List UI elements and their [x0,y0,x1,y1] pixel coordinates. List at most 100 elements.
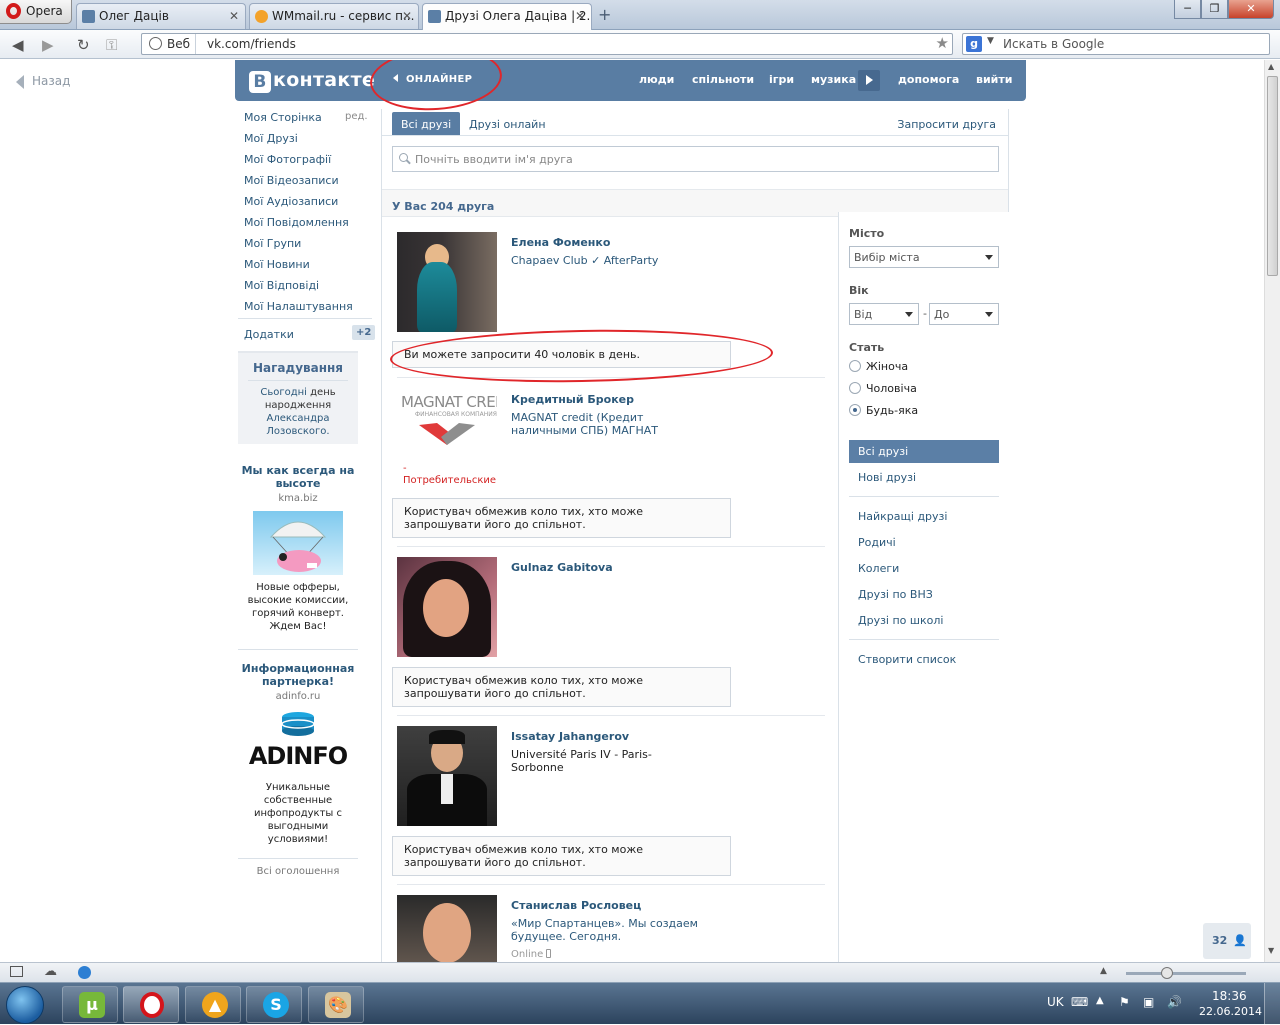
back-link[interactable]: Назад [16,74,70,89]
friend-avatar[interactable] [397,557,497,657]
language-indicator[interactable]: UK [1047,995,1064,1009]
zoom-slider-handle[interactable] [1161,967,1173,979]
nav-help[interactable]: допомога [898,73,959,86]
ad-block[interactable]: Мы как всегда на высоте kma.biz Новые оф… [238,464,358,633]
list-university-friends[interactable]: Друзі по ВНЗ [849,583,999,606]
close-tab-icon[interactable]: ✕ [229,9,239,23]
reminder-today-link[interactable]: Сьогодні [260,387,307,398]
friend-avatar[interactable] [397,232,497,332]
friend-avatar[interactable] [397,895,497,962]
im-counter-button[interactable]: 32 👤 [1203,923,1251,959]
zoom-out-icon[interactable]: ▲ [1100,966,1107,976]
friend-search-input[interactable]: Почніть вводити ім'я друга [392,146,999,172]
scrollbar-thumb[interactable] [1267,76,1278,276]
vk-logo[interactable]: Вконтакте [249,69,375,93]
speed-dial-icon[interactable] [78,966,91,979]
friend-name[interactable]: Кредитный Брокер [511,393,634,406]
maximize-icon[interactable]: ❐ [1201,0,1228,19]
city-select[interactable]: Вибір міста [849,246,999,268]
site-info-badge[interactable]: Веб [142,34,196,54]
taskbar-opera[interactable] [123,986,179,1023]
nav-games[interactable]: ігри [769,73,794,86]
friend-avatar[interactable]: MAGNAT CREDIT ФИНАНСОВАЯ КОМПАНИЯ - Потр… [397,389,497,489]
scroll-up-icon[interactable]: ▲ [1268,62,1274,71]
list-new-friends[interactable]: Нові друзі [849,466,999,489]
browser-tab-1[interactable]: Олег Даців ✕ [76,3,246,29]
taskbar-aimp[interactable]: ▲ [185,986,241,1023]
sidebar-item-messages[interactable]: Мої Повідомлення [244,216,349,229]
start-button[interactable] [6,986,44,1024]
opera-menu-button[interactable]: Opera [0,0,72,24]
network-icon[interactable]: ▣ [1143,995,1154,1009]
sidebar-item-audio[interactable]: Мої Аудіозаписи [244,195,338,208]
ad-title[interactable]: Мы как всегда на высоте [238,464,358,490]
close-window-icon[interactable]: ✕ [1228,0,1274,19]
sidebar-item-news[interactable]: Мої Новини [244,258,310,271]
age-from-select[interactable]: Від [849,303,919,325]
age-to-select[interactable]: До [929,303,999,325]
forward-arrow-icon[interactable]: ▶ [42,36,54,54]
volume-icon[interactable]: 🔊 [1167,995,1182,1009]
friend-name[interactable]: Issatay Jahangerov [511,730,629,743]
close-tab-icon[interactable]: ✕ [402,9,412,23]
show-desktop-button[interactable] [1264,983,1280,1025]
sidebar-item-my-page[interactable]: Моя Сторінка [244,111,322,124]
sidebar-item-friends[interactable]: Мої Друзі [244,132,298,145]
browser-tab-3[interactable]: Друзі Олега Даціва | 2... ✕ [422,3,592,31]
sex-any-radio[interactable]: Будь-яка [849,404,918,417]
sidebar-item-replies[interactable]: Мої Відповіді [244,279,319,292]
ad-image[interactable]: ADINFO [248,709,348,773]
reminder-name-link[interactable]: Александра Лозовского. [266,413,329,437]
list-all-friends[interactable]: Всі друзі [849,440,999,463]
key-icon[interactable]: ⚿ [106,36,117,54]
sidebar-item-groups[interactable]: Мої Групи [244,237,301,250]
chevron-down-icon[interactable]: ▼ [987,36,994,46]
friend-info[interactable]: MAGNAT credit (Кредит наличными СПБ) МАГ… [511,411,701,437]
taskbar-paint[interactable]: 🎨 [308,986,364,1023]
taskbar-skype[interactable]: S [246,986,302,1023]
invite-friend-link[interactable]: Запросити друга [897,118,996,131]
list-relatives[interactable]: Родичі [849,531,999,554]
scroll-down-icon[interactable]: ▼ [1268,946,1274,955]
close-tab-icon[interactable]: ✕ [575,9,585,23]
sidebar-edit-link[interactable]: ред. [345,111,368,122]
tray-expand-icon[interactable]: ▲ [1096,995,1104,1006]
minimize-icon[interactable]: ─ [1174,0,1201,19]
sidebar-item-settings[interactable]: Мої Налаштування [244,300,353,313]
tab-all-friends[interactable]: Всі друзі [392,112,461,135]
new-tab-icon[interactable]: + [598,5,611,24]
nav-logout[interactable]: вийти [976,73,1012,86]
clock-date[interactable]: 22.06.2014 [1199,1005,1262,1018]
friend-name[interactable]: Gulnaz Gabitova [511,561,613,574]
taskbar-utorrent[interactable]: µ [62,986,118,1023]
friend-info[interactable]: Chapaev Club ✓ AfterParty [511,254,701,267]
list-school-friends[interactable]: Друзі по школі [849,609,999,632]
bookmark-star-icon[interactable]: ★ [936,34,949,52]
friend-info[interactable]: «Мир Спартанцев». Мы создаем будущее. Се… [511,917,701,943]
create-list-link[interactable]: Створити список [849,648,999,671]
friend-name[interactable]: Елена Фоменко [511,236,610,249]
sidebar-item-apps[interactable]: Додатки [244,328,294,341]
sidebar-item-photos[interactable]: Мої Фотографії [244,153,331,166]
ad-image[interactable] [253,511,343,575]
tab-online-friends[interactable]: Друзі онлайн [469,118,546,131]
cloud-icon[interactable]: ☁ [44,964,57,979]
nav-people[interactable]: люди [639,73,674,86]
play-icon[interactable] [858,70,880,91]
all-ads-link[interactable]: Всі оголошення [238,866,358,877]
page-scrollbar[interactable]: ▲ ▼ [1264,60,1280,962]
url-field[interactable]: Веб vk.com/friends ★ [141,33,953,55]
reload-icon[interactable]: ↻ [77,36,90,54]
panel-toggle-icon[interactable] [10,966,23,977]
back-arrow-icon[interactable]: ◀ [12,36,24,54]
zoom-slider[interactable] [1126,972,1246,975]
ad-block[interactable]: Информационная партнерка! adinfo.ru ADIN… [238,662,358,846]
list-colleagues[interactable]: Колеги [849,557,999,580]
friend-name[interactable]: Станислав Рословец [511,899,641,912]
nav-music[interactable]: музика [811,73,856,86]
keyboard-icon[interactable]: ⌨ [1071,995,1088,1009]
sidebar-item-videos[interactable]: Мої Відеозаписи [244,174,339,187]
clock-time[interactable]: 18:36 [1212,989,1247,1003]
browser-tab-2[interactable]: WMmail.ru - сервис п... ✕ [249,3,419,29]
browser-search-field[interactable]: g ▼ Искать в Google [962,33,1270,55]
